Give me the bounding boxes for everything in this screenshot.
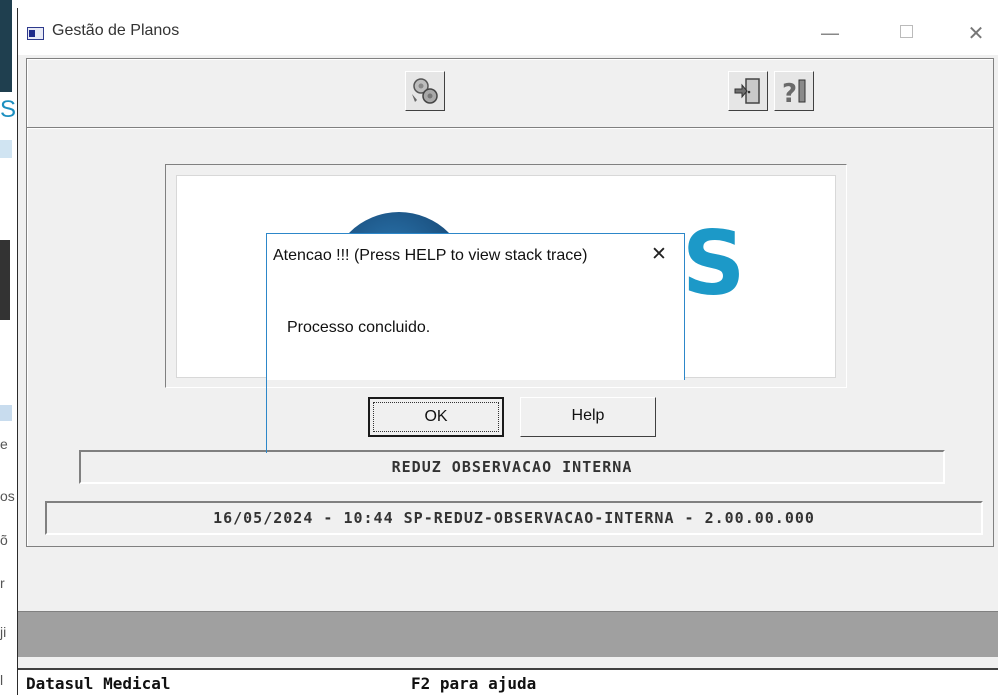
logo-letter: S — [682, 212, 746, 315]
ok-button-label: OK — [424, 408, 448, 425]
dialog-message: Processo concluido. — [287, 319, 431, 336]
bottom-status-bar: Datasul Medical F2 para ajuda — [18, 668, 998, 697]
system-name: Datasul Medical — [26, 674, 171, 693]
help-toolbar-button[interactable]: ? — [774, 71, 814, 111]
help-question-icon: ? — [782, 79, 806, 109]
svg-text:?: ? — [782, 79, 797, 109]
background-app-char: e — [0, 436, 8, 452]
background-app-char: r — [0, 575, 5, 591]
background-app-header — [0, 0, 12, 92]
help-hint: F2 para ajuda — [411, 674, 537, 693]
alert-dialog: Atencao !!! (Press HELP to view stack tr… — [266, 233, 685, 453]
background-app-char: l — [0, 672, 4, 688]
background-app-char: õ — [0, 532, 8, 548]
help-button[interactable]: Help — [520, 397, 656, 437]
dialog-border — [266, 380, 267, 453]
toolbar: ? — [26, 58, 994, 128]
alert-dialog-body: Atencao !!! (Press HELP to view stack tr… — [266, 233, 685, 380]
ok-button[interactable]: OK — [368, 397, 504, 437]
minimize-button[interactable]: — — [810, 21, 850, 45]
background-app-logo-fragment — [0, 240, 10, 320]
background-app-char: ji — [0, 624, 7, 640]
background-app-strip: S e os õ r ji l — [0, 0, 18, 695]
run-gears-icon — [412, 78, 438, 104]
title-bar[interactable]: Gestão de Planos — ✕ — [18, 8, 998, 55]
exit-door-icon — [734, 78, 760, 104]
maximize-button[interactable] — [886, 19, 926, 43]
exit-button[interactable] — [728, 71, 768, 111]
close-button[interactable]: ✕ — [956, 21, 996, 45]
background-app-highlight — [0, 405, 12, 421]
app-window-icon — [27, 27, 44, 40]
background-app-char: os — [0, 488, 15, 504]
program-info-field: 16/05/2024 - 10:44 SP-REDUZ-OBSERVACAO-I… — [45, 501, 983, 535]
dialog-title: Atencao !!! (Press HELP to view stack tr… — [273, 247, 588, 264]
dialog-close-icon[interactable]: ✕ — [651, 243, 667, 265]
run-button[interactable] — [405, 71, 445, 111]
gray-panel — [18, 611, 998, 657]
program-title-field: REDUZ OBSERVACAO INTERNA — [79, 450, 945, 484]
window-title: Gestão de Planos — [52, 22, 180, 39]
background-app-highlight — [0, 140, 12, 158]
background-app-char: S — [0, 96, 17, 123]
maximize-icon — [899, 25, 913, 38]
